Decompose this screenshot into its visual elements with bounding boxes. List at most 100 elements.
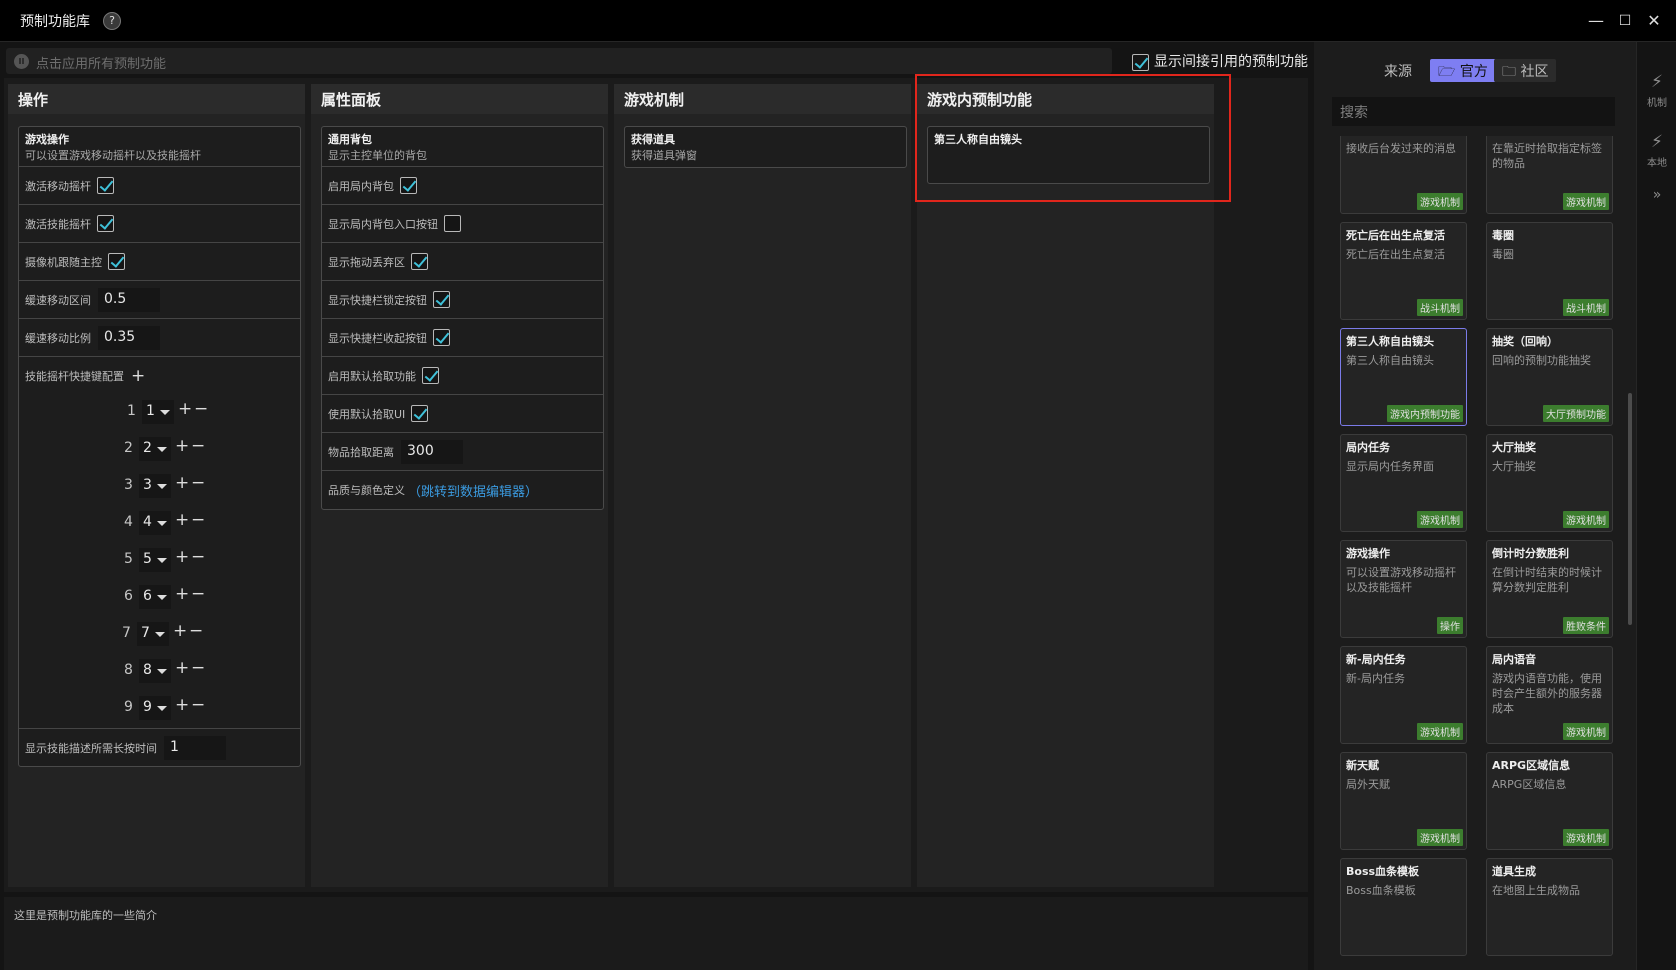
hotkey-row: 7 7 + − (19, 617, 300, 654)
prefab-title: 靠近时拾取物品 (1492, 136, 1569, 137)
show-backpack-entry-checkbox[interactable] (444, 215, 461, 232)
setting-label: 品质与颜色定义 (328, 484, 405, 497)
prefab-card-backpack[interactable]: 通用背包 显示主控单位的背包 启用局内背包 显示局内背包入口按钮 显示拖动丢弃区… (321, 126, 604, 510)
hotkey-plus-button[interactable]: + (175, 436, 189, 456)
setting-label: 显示快捷栏锁定按钮 (328, 293, 427, 307)
prefab-desc: 新-局内任务 (1346, 672, 1405, 685)
prefab-card[interactable]: 局内语音 游戏内语音功能，使用时会产生额外的服务器成本 游戏机制 (1486, 646, 1613, 744)
hotkey-row: 8 8 + − (19, 654, 300, 691)
collapse-icon[interactable]: » (1637, 187, 1676, 203)
prefab-card[interactable]: 游戏操作 可以设置游戏移动摇杆以及技能摇杆 操作 (1340, 540, 1467, 638)
hotkey-plus-button[interactable]: + (175, 547, 189, 567)
hotkey-minus-button[interactable]: − (191, 658, 205, 678)
hotkey-select[interactable]: 2 (139, 437, 171, 461)
prefab-title: ARPG区域信息 (1492, 759, 1571, 772)
prefab-card[interactable]: 倒计时分数胜利 在倒计时结束的时候计算分数判定胜利 胜败条件 (1486, 540, 1613, 638)
use-default-pickup-ui-checkbox[interactable] (411, 405, 429, 422)
prefab-card[interactable]: 死亡后在出生点复活 死亡后在出生点复活 战斗机制 (1340, 222, 1467, 320)
hotkey-select[interactable]: 8 (139, 659, 171, 683)
hotkey-minus-button[interactable]: − (191, 547, 205, 567)
setting-label: 激活技能摇杆 (25, 217, 91, 231)
help-icon[interactable]: ? (103, 12, 121, 30)
show-indirect-checkbox[interactable] (1132, 53, 1149, 71)
slow-move-ratio-input[interactable]: 0.35 (98, 325, 160, 350)
hotkey-plus-button[interactable]: + (173, 621, 187, 641)
hotkey-select[interactable]: 3 (139, 474, 171, 498)
hotkey-plus-button[interactable]: + (175, 584, 189, 604)
tab-community[interactable]: 🗀 社区 (1494, 59, 1557, 82)
rail-item-mechanism[interactable]: ⚡ 机制 (1637, 72, 1676, 109)
pickup-distance-input[interactable]: 300 (401, 439, 463, 464)
prefab-card[interactable]: 抽奖（回响） 回响的预制功能抽奖 大厅预制功能 (1486, 328, 1613, 426)
slow-move-range-input[interactable]: 0.5 (98, 287, 160, 312)
setting-label: 摄像机跟随主控 (25, 255, 102, 269)
hotkey-plus-button[interactable]: + (175, 473, 189, 493)
prefab-card[interactable]: Boss血条模板 Boss血条模板 (1340, 858, 1467, 956)
setting-row: 激活技能摇杆 (19, 205, 300, 243)
hotkey-plus-button[interactable]: + (175, 695, 189, 715)
prefab-desc: 大厅抽奖 (1492, 460, 1536, 473)
hotkey-minus-button[interactable]: − (191, 510, 205, 530)
prefab-card[interactable]: 新-局内任务 新-局内任务 游戏机制 (1340, 646, 1467, 744)
hotkey-select[interactable]: 9 (139, 696, 171, 720)
add-hotkey-button[interactable]: + (131, 366, 145, 386)
prefab-card[interactable]: 道具生成 在地图上生成物品 (1486, 858, 1613, 956)
prefab-card-game-operation[interactable]: 游戏操作 可以设置游戏移动摇杆以及技能摇杆 激活移动摇杆 激活技能摇杆 摄像机跟… (18, 126, 301, 767)
hotkey-plus-button[interactable]: + (175, 510, 189, 530)
prefab-card-get-item[interactable]: 获得道具 获得道具弹窗 (624, 126, 907, 168)
rail-item-local[interactable]: ⚡ 本地 (1637, 132, 1676, 169)
scrollbar[interactable] (1628, 393, 1632, 625)
longpress-time-input[interactable]: 1 (164, 735, 226, 760)
minimize-icon[interactable]: — (1586, 11, 1606, 31)
activate-move-joystick-checkbox[interactable] (97, 177, 114, 194)
close-icon[interactable]: ✕ (1644, 11, 1664, 31)
hotkey-select[interactable]: 7 (137, 622, 169, 646)
title-bar: 预制功能库 ? — ☐ ✕ (0, 0, 1676, 42)
prefab-card[interactable]: ARPG区域信息 ARPG区域信息 游戏机制 (1486, 752, 1613, 850)
hotkey-plus-button[interactable]: + (178, 399, 192, 419)
hotkey-select[interactable]: 5 (139, 548, 171, 572)
tab-official[interactable]: 🗁 官方 (1430, 59, 1496, 82)
show-collapse-button-checkbox[interactable] (433, 329, 450, 346)
setting-row: 显示拖动丢弃区 (322, 243, 603, 281)
hotkey-select[interactable]: 6 (139, 585, 171, 609)
setting-label: 显示快捷栏收起按钮 (328, 331, 427, 345)
setting-row: 使用默认拾取UI (322, 395, 603, 433)
setting-row: 物品拾取距离 300 (322, 433, 603, 471)
prefab-card[interactable]: 新天赋 局外天赋 游戏机制 (1340, 752, 1467, 850)
hotkey-plus-button[interactable]: + (175, 658, 189, 678)
prefab-title: 新-局内任务 (1346, 653, 1406, 666)
show-drop-area-checkbox[interactable] (411, 253, 428, 270)
show-lock-button-checkbox[interactable] (433, 291, 450, 308)
activate-skill-joystick-checkbox[interactable] (97, 215, 114, 232)
hotkey-select[interactable]: 4 (139, 511, 171, 535)
hotkey-minus-button[interactable]: − (191, 436, 205, 456)
prefab-title: 大厅抽奖 (1492, 441, 1536, 454)
prefab-title: 毒圈 (1492, 229, 1514, 242)
hotkey-minus-button[interactable]: − (194, 399, 208, 419)
hotkey-minus-button[interactable]: − (191, 695, 205, 715)
folder-icon: 🗀 (1502, 64, 1516, 80)
prefab-card[interactable]: 靠近时拾取物品在靠近时拾取指定标签的物品游戏机制 (1486, 136, 1613, 214)
maximize-icon[interactable]: ☐ (1615, 11, 1635, 31)
enable-default-pickup-checkbox[interactable] (422, 367, 439, 384)
camera-follow-checkbox[interactable] (108, 253, 125, 270)
hotkey-minus-button[interactable]: − (191, 473, 205, 493)
hotkey-minus-button[interactable]: − (189, 621, 203, 641)
setting-row: 显示局内背包入口按钮 (322, 205, 603, 243)
show-indirect-toggle[interactable]: 显示间接引用的预制功能 (1132, 51, 1308, 71)
hotkey-minus-button[interactable]: − (191, 584, 205, 604)
prefab-card[interactable]: 局内任务 显示局内任务界面 游戏机制 (1340, 434, 1467, 532)
prefab-title: 抽奖（回响） (1492, 335, 1558, 348)
hotkey-select[interactable]: 1 (142, 400, 174, 424)
prefab-card[interactable]: 大厅抽奖 大厅抽奖 游戏机制 (1486, 434, 1613, 532)
prefab-card[interactable]: 毒圈 毒圈 战斗机制 (1486, 222, 1613, 320)
data-editor-link[interactable]: （跳转到数据编辑器） (408, 481, 538, 500)
prefab-card[interactable]: 第三人称自由镜头 第三人称自由镜头 游戏内预制功能 (1340, 328, 1467, 426)
search-input[interactable]: 搜索 (1332, 97, 1615, 126)
prefab-card[interactable]: 后台消息接收后台发过来的消息游戏机制 (1340, 136, 1467, 214)
card-desc: 获得道具弹窗 (631, 149, 697, 162)
enable-backpack-checkbox[interactable] (400, 177, 417, 194)
apply-all-bar[interactable]: II 点击应用所有预制功能 (6, 48, 1112, 74)
setting-label: 缓速移动区间 (25, 293, 91, 307)
